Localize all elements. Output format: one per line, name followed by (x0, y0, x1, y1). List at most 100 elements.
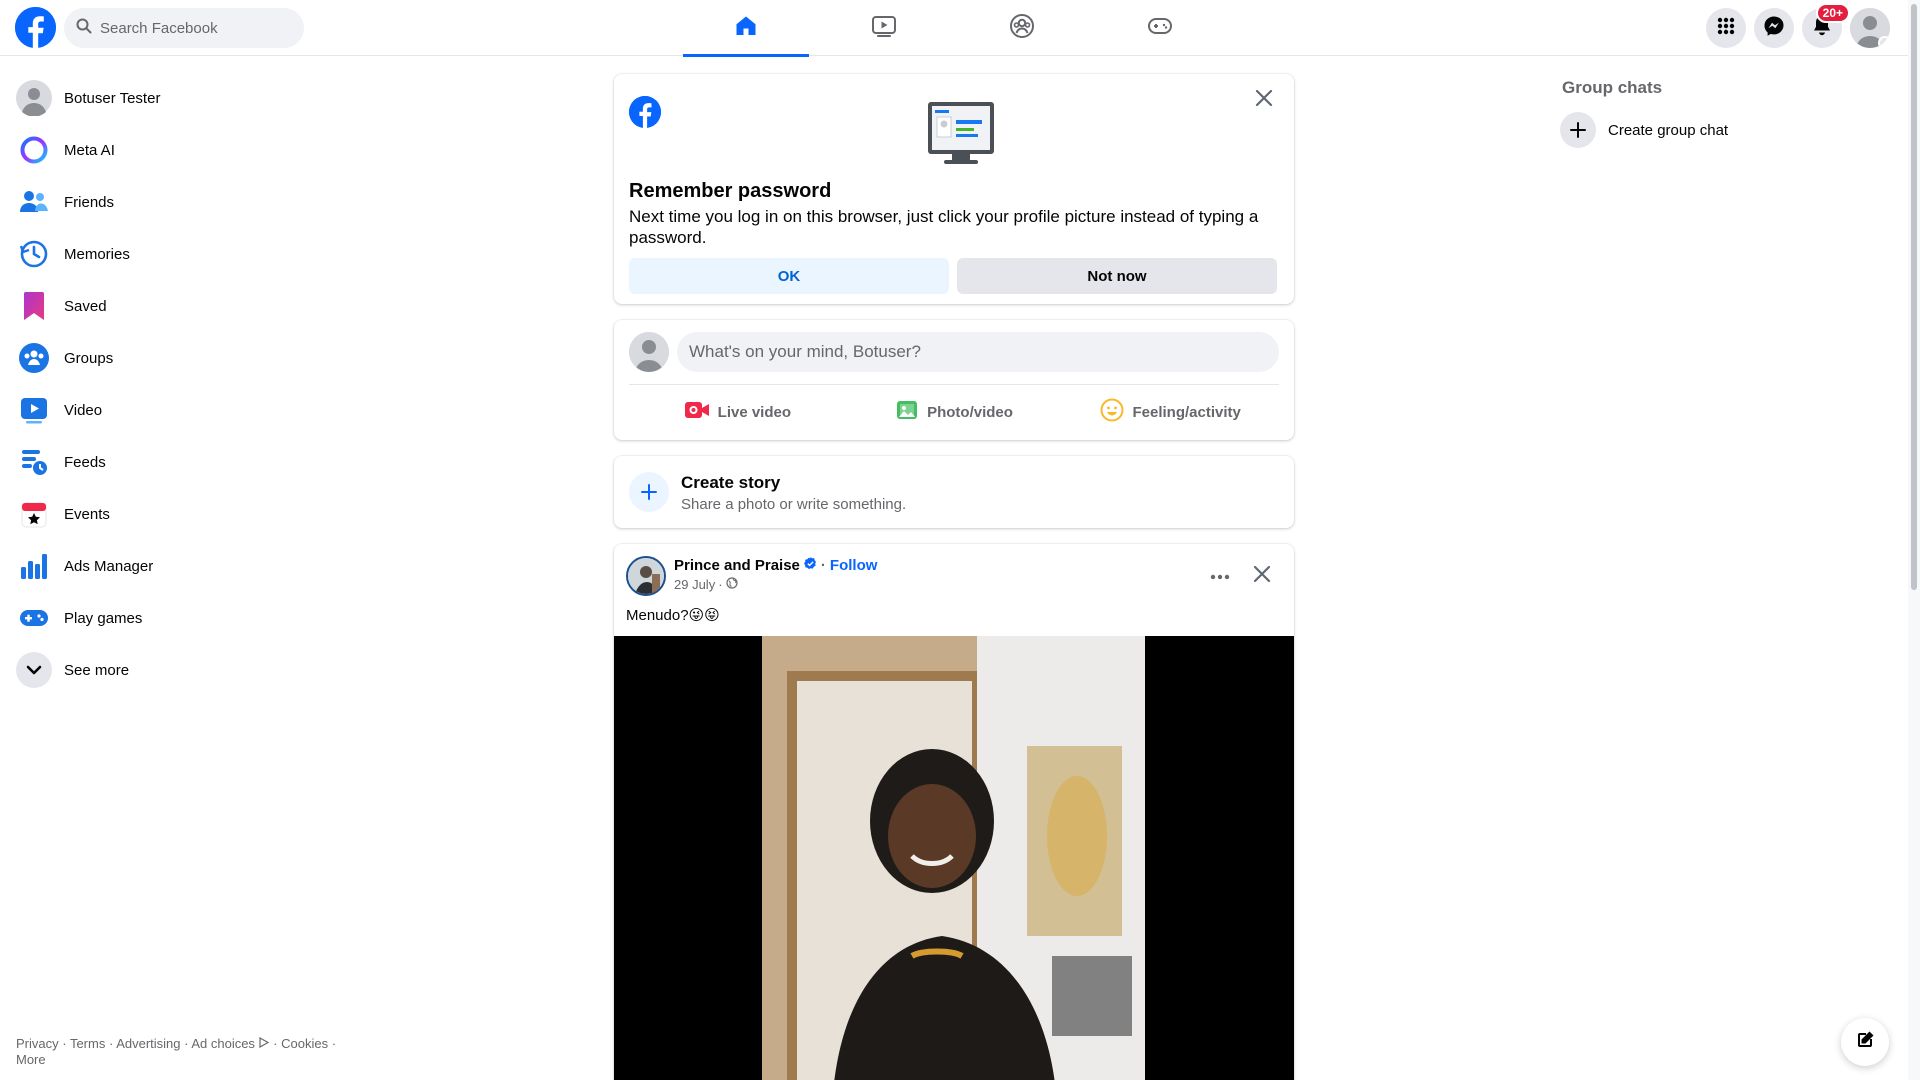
feeds-icon (16, 444, 52, 480)
not-now-button[interactable]: Not now (957, 258, 1277, 294)
follow-button[interactable]: Follow (830, 557, 878, 574)
page-scrollbar[interactable] (1908, 0, 1920, 1080)
new-message-button[interactable] (1841, 1018, 1889, 1066)
sidebar-item-play-games[interactable]: Play games (8, 592, 348, 644)
footer-advertising-link[interactable]: Advertising (116, 1036, 180, 1051)
top-navigation-bar: 20+ (0, 0, 1908, 57)
home-icon (734, 14, 758, 43)
events-icon (16, 496, 52, 532)
author-avatar[interactable] (626, 556, 666, 596)
footer-cookies-link[interactable]: Cookies (281, 1036, 328, 1051)
video-icon (16, 392, 52, 428)
verified-badge-icon (803, 557, 817, 574)
create-group-chat-button[interactable]: Create group chat (1560, 108, 1890, 152)
memories-icon (16, 236, 52, 272)
footer-terms-link[interactable]: Terms (70, 1036, 105, 1051)
group-chats-heading: Group chats (1562, 78, 1663, 97)
facebook-logo-icon (629, 96, 661, 128)
sidebar-item-label: Video (64, 401, 103, 419)
sidebar-item-see-more[interactable]: See more (8, 644, 348, 696)
footer-separator: · (105, 1036, 117, 1051)
sidebar-item-events[interactable]: Events (8, 488, 348, 540)
sidebar-item-label: See more (64, 661, 130, 679)
tab-video[interactable] (821, 0, 947, 56)
footer-separator: · (269, 1036, 282, 1051)
post-text: Menudo?😜😝 (626, 607, 720, 624)
sidebar-item-label: Groups (64, 349, 114, 367)
video-frame-image (762, 636, 1145, 1080)
action-label: Photo/video (927, 403, 1013, 421)
grid-menu-icon (1716, 16, 1736, 41)
post-date[interactable]: 29 July (674, 577, 715, 592)
footer-more-link[interactable]: More (16, 1052, 46, 1067)
remember-password-title: Remember password (629, 180, 832, 202)
sidebar-item-ads-manager[interactable]: Ads Manager (8, 540, 348, 592)
create-story-card[interactable]: Create story Share a photo or write some… (614, 456, 1294, 528)
sidebar-item-label: Feeds (64, 453, 106, 471)
sidebar-item-profile[interactable]: Botuser Tester (8, 72, 348, 124)
create-group-chat-label: Create group chat (1608, 121, 1729, 139)
dot-separator: · (820, 557, 826, 574)
hide-post-button[interactable] (1244, 558, 1280, 594)
messenger-button[interactable] (1754, 8, 1794, 48)
action-label: Feeling/activity (1132, 403, 1241, 421)
footer-separator: · (328, 1036, 337, 1051)
sidebar-item-feeds[interactable]: Feeds (8, 436, 348, 488)
tab-home[interactable] (683, 0, 809, 57)
footer-ad-choices-link[interactable]: Ad choices (191, 1036, 255, 1051)
compose-icon (1855, 1030, 1875, 1055)
tab-gaming[interactable] (1097, 0, 1223, 56)
live-video-button[interactable]: Live video (629, 392, 846, 432)
sidebar-item-saved[interactable]: Saved (8, 280, 348, 332)
scrollbar-thumb[interactable] (1911, 4, 1917, 590)
post-options-button[interactable] (1202, 558, 1238, 594)
profile-avatar-icon (16, 80, 52, 116)
feeling-activity-button[interactable]: Feeling/activity (1062, 392, 1279, 432)
groups-icon (1009, 13, 1035, 44)
composer-actions: Live video Photo/video Feeling/activity (629, 392, 1279, 432)
post-composer: Live video Photo/video Feeling/activity (614, 320, 1294, 440)
live-video-icon (684, 400, 718, 424)
footer-separator: · (58, 1036, 70, 1051)
meta-ai-icon (16, 132, 52, 168)
post-author-name[interactable]: Prince and Praise (674, 557, 800, 574)
close-button[interactable] (1250, 86, 1278, 114)
sidebar-item-groups[interactable]: Groups (8, 332, 348, 384)
notifications-button[interactable]: 20+ (1802, 3, 1850, 48)
monitor-illustration-icon (926, 100, 996, 171)
sidebar-item-friends[interactable]: Friends (8, 176, 348, 228)
search-input[interactable] (100, 19, 290, 37)
account-avatar-button[interactable] (1850, 8, 1890, 48)
sidebar-item-meta-ai[interactable]: Meta AI (8, 124, 348, 176)
photo-video-icon (895, 398, 927, 426)
facebook-logo-icon[interactable] (15, 7, 56, 48)
dot-separator: · (718, 577, 723, 592)
sidebar-item-label: Events (64, 505, 110, 523)
sidebar-item-label: Memories (64, 245, 130, 263)
news-feed: Remember password Next time you log in o… (614, 74, 1294, 1080)
avatar[interactable] (629, 332, 669, 372)
create-story-subtitle: Share a photo or write something. (681, 496, 907, 513)
post-video[interactable] (614, 636, 1294, 1080)
ok-button[interactable]: OK (629, 258, 949, 294)
sidebar-item-video[interactable]: Video (8, 384, 348, 436)
search-icon (76, 18, 92, 39)
footer-links: Privacy · Terms · Advertising · Ad choic… (16, 1036, 346, 1068)
photo-video-button[interactable]: Photo/video (846, 392, 1063, 432)
remember-password-card: Remember password Next time you log in o… (614, 74, 1294, 304)
sidebar-item-memories[interactable]: Memories (8, 228, 348, 280)
plus-icon (1560, 112, 1596, 148)
menu-button[interactable] (1706, 8, 1746, 48)
action-label: Live video (717, 403, 792, 421)
globe-icon (725, 577, 738, 592)
status-input[interactable] (677, 332, 1279, 372)
feed-post: Prince and Praise · Follow 29 July · Men… (614, 544, 1294, 1080)
footer-privacy-link[interactable]: Privacy (16, 1036, 59, 1051)
search-bar[interactable] (64, 8, 304, 48)
tab-groups[interactable] (959, 0, 1085, 56)
groups-icon (16, 340, 52, 376)
play-games-icon (16, 600, 52, 636)
chevron-down-icon (16, 652, 52, 688)
friends-icon (16, 184, 52, 220)
left-sidebar: Botuser Tester Meta AI Friends Memories … (8, 72, 348, 696)
